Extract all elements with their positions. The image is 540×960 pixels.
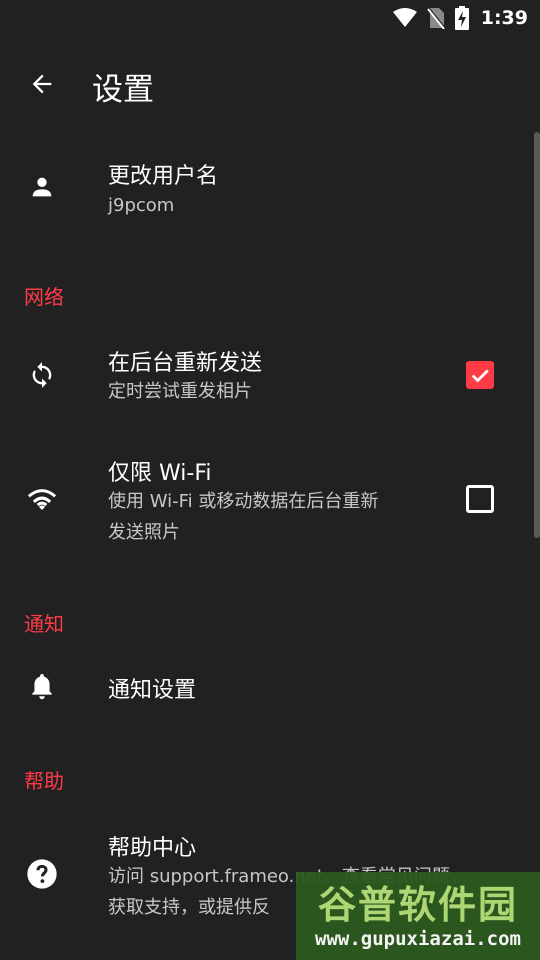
- battery-charging-icon: [454, 6, 469, 30]
- section-header-help: 帮助: [24, 769, 64, 793]
- section-header-notifications: 通知: [24, 612, 64, 636]
- watermark: 谷普软件园 www.gupuxiazai.com: [296, 872, 540, 960]
- wifi-only-item[interactable]: 仅限 Wi-Fi 使用 Wi-Fi 或移动数据在后台重新 发送照片: [0, 440, 540, 560]
- watermark-logo: 谷普软件园: [317, 882, 518, 927]
- page-title: 设置: [92, 72, 154, 108]
- bell-icon: [26, 671, 58, 703]
- wifi-only-label: 仅限 Wi-Fi: [108, 461, 212, 486]
- watermark-url: www.gupuxiazai.com: [315, 928, 521, 950]
- help-center-description-line2: 获取支持，或提供反: [108, 897, 270, 918]
- app-bar: 设置: [0, 36, 540, 132]
- section-header-network: 网络: [24, 285, 64, 309]
- notification-settings-label: 通知设置: [108, 678, 197, 703]
- status-time: 1:39: [480, 7, 528, 29]
- arrow-back-icon: [32, 74, 52, 94]
- help-circle-icon: [26, 858, 58, 890]
- wifi-only-description-line1: 使用 Wi-Fi 或移动数据在后台重新: [108, 491, 379, 512]
- status-bar: 1:39: [0, 0, 540, 36]
- back-button[interactable]: [24, 66, 60, 102]
- notification-settings-item[interactable]: 通知设置: [0, 650, 540, 726]
- resend-background-checkbox[interactable]: [466, 361, 494, 389]
- check-icon: [471, 369, 489, 383]
- help-center-label: 帮助中心: [108, 836, 197, 861]
- wifi-only-checkbox[interactable]: [466, 485, 494, 513]
- no-sim-icon: [426, 7, 445, 29]
- resend-background-item[interactable]: 在后台重新发送 定时尝试重发相片: [0, 330, 540, 420]
- username-value: j9pcom: [108, 195, 175, 216]
- person-icon: [26, 171, 58, 203]
- resend-background-description: 定时尝试重发相片: [108, 381, 252, 402]
- wifi-icon: [26, 484, 58, 516]
- change-username-label: 更改用户名: [108, 164, 219, 189]
- resend-background-label: 在后台重新发送: [108, 351, 263, 376]
- sync-icon: [26, 359, 58, 391]
- wifi-signal-icon: [392, 8, 417, 28]
- wifi-only-description-line2: 发送照片: [108, 522, 180, 543]
- change-username-item[interactable]: 更改用户名 j9pcom: [0, 140, 540, 240]
